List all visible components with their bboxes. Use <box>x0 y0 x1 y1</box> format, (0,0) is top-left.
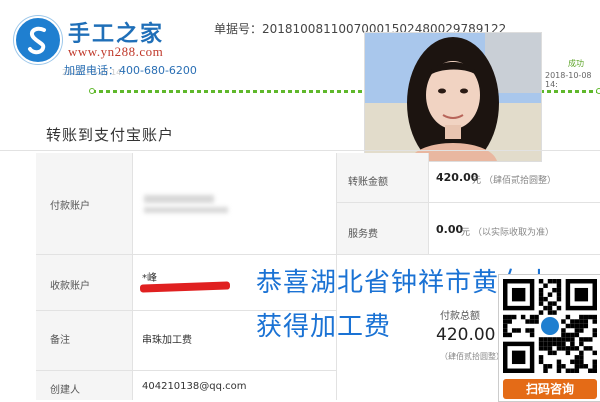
creator-label: 创建人 <box>50 385 80 396</box>
progress-dot-end <box>596 88 600 94</box>
congrats-line-2: 获得加工费 <box>256 312 392 342</box>
brand-url[interactable]: www.yn288.com <box>68 44 163 60</box>
payee-redaction-scribble <box>139 281 231 293</box>
fee-unit: 元 <box>461 228 471 238</box>
transfer-amount-words: （肆佰贰拾圆整） <box>484 176 557 186</box>
transfer-amount-label: 转账金额 <box>348 177 388 188</box>
fee-note: （以实际收取为准） <box>473 228 555 238</box>
column-divider <box>132 153 133 400</box>
fee-label: 服务费 <box>348 229 378 240</box>
progress-dot-start <box>89 88 95 94</box>
column-divider <box>428 153 429 254</box>
section-divider <box>0 150 600 151</box>
note-value: 串珠加工费 <box>142 335 192 346</box>
qr-code-box[interactable]: 扫码咨询 <box>498 274 600 402</box>
payer-label: 付款账户 <box>50 201 90 212</box>
transfer-amount-unit: 元 <box>472 176 482 186</box>
payer-redacted <box>144 195 214 203</box>
total-label: 付款总额 <box>440 311 480 322</box>
total-words: （肆佰贰拾圆整） <box>440 352 504 361</box>
qr-caption[interactable]: 扫码咨询 <box>503 379 597 399</box>
portrait-illustration <box>365 33 541 161</box>
payee-label: 收款账户 <box>50 281 90 292</box>
brand-phone: 加盟电话：400-680-6200 <box>64 64 197 77</box>
fee-value: 0.00 <box>436 223 464 236</box>
status-time: 2018-10-08 14: <box>545 71 592 89</box>
qr-code-icon <box>503 279 597 373</box>
note-label: 备注 <box>50 335 70 346</box>
row-divider <box>36 370 336 371</box>
section-title: 转账到支付宝账户 <box>46 126 175 144</box>
payer-redacted <box>144 207 228 213</box>
portrait-photo <box>364 32 542 162</box>
brand-logo-icon <box>14 16 62 64</box>
creator-value: 404210138@qq.com <box>142 381 247 392</box>
payee-value: *峰 <box>142 273 157 284</box>
row-divider <box>36 254 600 255</box>
row-divider <box>336 202 600 203</box>
total-value: 420.00 <box>436 325 496 345</box>
status-success: 成功 <box>568 59 584 68</box>
